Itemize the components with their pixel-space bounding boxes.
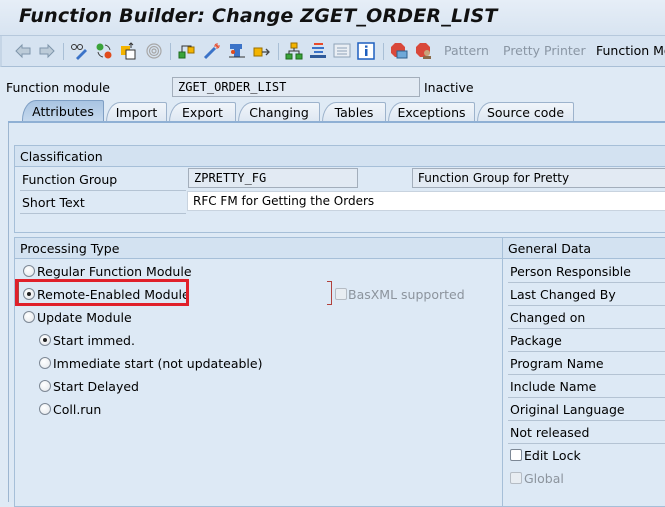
field-bracket bbox=[18, 281, 23, 305]
activate-icon[interactable] bbox=[253, 42, 271, 60]
package-label: Package bbox=[510, 333, 562, 348]
tab-tables[interactable]: Tables bbox=[322, 102, 386, 122]
start-immed-label: Start immed. bbox=[53, 333, 135, 348]
regular-function-module-radio[interactable] bbox=[23, 265, 35, 277]
status-text: Inactive bbox=[424, 80, 474, 95]
processing-type-title: Processing Type bbox=[15, 238, 503, 259]
global-checkbox[interactable] bbox=[510, 472, 522, 484]
immediate-start-not-updateable-radio[interactable] bbox=[39, 357, 51, 369]
start-delayed-label: Start Delayed bbox=[53, 379, 139, 394]
last-changed-by-label: Last Changed By bbox=[510, 287, 616, 302]
short-text-input[interactable]: RFC FM for Getting the Orders bbox=[187, 191, 665, 211]
toolbar-separator bbox=[383, 43, 384, 60]
basxml-supported-checkbox[interactable] bbox=[335, 288, 347, 300]
check-icon[interactable] bbox=[203, 42, 221, 60]
general-data-title: General Data bbox=[503, 238, 665, 259]
hierarchy-icon[interactable] bbox=[285, 42, 303, 60]
original-language-label: Original Language bbox=[510, 402, 625, 417]
tab-export[interactable]: Export bbox=[169, 102, 236, 122]
back-arrow-icon[interactable] bbox=[14, 42, 32, 60]
start-immed-radio[interactable] bbox=[39, 334, 51, 346]
application-toolbar: Pattern Pretty Printer Function Module D… bbox=[0, 36, 665, 67]
function-group-field[interactable]: ZPRETTY_FG bbox=[188, 168, 358, 188]
tab-exceptions[interactable]: Exceptions bbox=[388, 102, 475, 122]
row-divider bbox=[508, 305, 665, 306]
object-list-icon[interactable] bbox=[178, 42, 196, 60]
program-name-label: Program Name bbox=[510, 356, 604, 371]
tab-import[interactable]: Import bbox=[106, 102, 167, 122]
toolbar-separator bbox=[170, 43, 171, 60]
toolbar-separator bbox=[63, 43, 64, 60]
function-group-label: Function Group bbox=[22, 172, 118, 187]
title-bar: Function Builder: Change ZGET_ORDER_LIST bbox=[0, 0, 665, 36]
person-responsible-label: Person Responsible bbox=[510, 264, 631, 279]
info-icon[interactable] bbox=[357, 42, 375, 60]
test-icon[interactable] bbox=[228, 42, 246, 60]
other-object-icon[interactable] bbox=[95, 42, 113, 60]
coll-run-label: Coll.run bbox=[53, 402, 102, 417]
function-module-field[interactable]: ZGET_ORDER_LIST bbox=[172, 77, 420, 97]
toolbar-separator bbox=[278, 43, 279, 60]
start-delayed-radio[interactable] bbox=[39, 380, 51, 392]
row-divider bbox=[508, 351, 665, 352]
row-divider bbox=[20, 213, 186, 214]
row-divider bbox=[508, 374, 665, 375]
classification-group: Classification bbox=[14, 145, 665, 233]
session-breakpoint-icon[interactable] bbox=[415, 42, 433, 60]
classification-title: Classification bbox=[15, 146, 665, 167]
remote-enabled-module-label: Remote-Enabled Module bbox=[37, 287, 190, 302]
release-status-label: Not released bbox=[510, 425, 590, 440]
update-module-radio[interactable] bbox=[23, 311, 35, 323]
global-label: Global bbox=[524, 471, 564, 486]
tab-attributes[interactable]: Attributes bbox=[22, 100, 104, 122]
forward-arrow-icon[interactable] bbox=[38, 42, 56, 60]
row-divider bbox=[508, 328, 665, 329]
function-module-label: Function module bbox=[6, 80, 110, 95]
row-divider bbox=[20, 190, 186, 191]
immediate-start-not-updateable-label: Immediate start (not updateable) bbox=[53, 356, 263, 371]
row-divider bbox=[508, 443, 665, 444]
tab-source-code[interactable]: Source code bbox=[477, 102, 574, 122]
where-used-icon[interactable] bbox=[145, 42, 163, 60]
list-info-icon[interactable] bbox=[333, 42, 351, 60]
function-module-documentation-button[interactable]: Function Module Documentation bbox=[596, 43, 665, 58]
coll-run-radio[interactable] bbox=[39, 403, 51, 415]
display-change-icon[interactable] bbox=[70, 42, 88, 60]
field-bracket bbox=[327, 281, 332, 305]
tab-changing[interactable]: Changing bbox=[238, 102, 320, 122]
function-group-description: Function Group for Pretty bbox=[412, 168, 665, 188]
update-module-label: Update Module bbox=[37, 310, 132, 325]
pretty-printer-button[interactable]: Pretty Printer bbox=[503, 43, 586, 58]
basxml-supported-label: BasXML supported bbox=[348, 287, 465, 302]
edit-lock-label: Edit Lock bbox=[524, 448, 581, 463]
row-divider bbox=[508, 282, 665, 283]
edit-lock-checkbox[interactable] bbox=[510, 449, 522, 461]
short-text-label: Short Text bbox=[22, 195, 85, 210]
tab-strip: Attributes Import Export Changing Tables… bbox=[0, 100, 665, 122]
regular-function-module-label: Regular Function Module bbox=[37, 264, 192, 279]
remote-enabled-module-radio[interactable] bbox=[23, 288, 35, 300]
include-name-label: Include Name bbox=[510, 379, 597, 394]
changed-on-label: Changed on bbox=[510, 310, 586, 325]
set-breakpoint-icon[interactable] bbox=[390, 42, 408, 60]
pattern-button[interactable]: Pattern bbox=[444, 43, 489, 58]
window-title: Function Builder: Change ZGET_ORDER_LIST bbox=[19, 5, 498, 27]
row-divider bbox=[508, 397, 665, 398]
enhancement-icon[interactable] bbox=[309, 42, 327, 60]
row-divider bbox=[508, 420, 665, 421]
active-inactive-icon[interactable] bbox=[120, 42, 138, 60]
